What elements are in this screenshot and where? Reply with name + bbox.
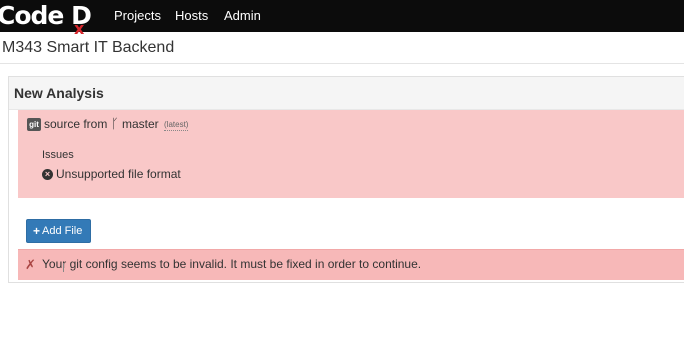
- panel-header: New Analysis: [9, 77, 684, 110]
- nav-projects-link[interactable]: Projects: [114, 0, 161, 32]
- plus-icon: +: [33, 224, 41, 238]
- text-cursor-icon: [63, 263, 64, 272]
- add-file-label: Add File: [42, 225, 83, 237]
- new-analysis-panel: New Analysis git source from ᚴ master (l…: [8, 76, 684, 283]
- alert-message: Your git config seems to be invalid. It …: [42, 257, 422, 271]
- title-divider: [0, 63, 684, 64]
- top-navbar: Code Dx Projects Hosts Admin: [0, 0, 684, 38]
- panel-title: New Analysis: [14, 85, 104, 101]
- source-item: git source from ᚴ master (latest) Issues…: [18, 110, 684, 198]
- page-title: M343 Smart IT Backend: [2, 39, 175, 56]
- git-branch-icon: ᚴ: [111, 116, 119, 131]
- codedx-logo[interactable]: Code Dx: [0, 1, 92, 38]
- git-icon: git: [27, 118, 41, 131]
- branch-name: master: [122, 117, 159, 131]
- source-label: source from: [44, 117, 108, 131]
- error-alert: ✗ Your git config seems to be invalid. I…: [18, 249, 684, 280]
- add-file-button[interactable]: + Add File: [26, 219, 91, 243]
- issue-item: Unsupported file format: [56, 167, 181, 181]
- issues-label: Issues: [42, 149, 74, 161]
- nav-hosts-link[interactable]: Hosts: [175, 0, 208, 32]
- times-circle-icon: ×: [42, 169, 53, 180]
- latest-tag[interactable]: (latest): [164, 120, 189, 131]
- error-x-icon: ✗: [25, 257, 36, 272]
- nav-admin-link[interactable]: Admin: [224, 0, 261, 32]
